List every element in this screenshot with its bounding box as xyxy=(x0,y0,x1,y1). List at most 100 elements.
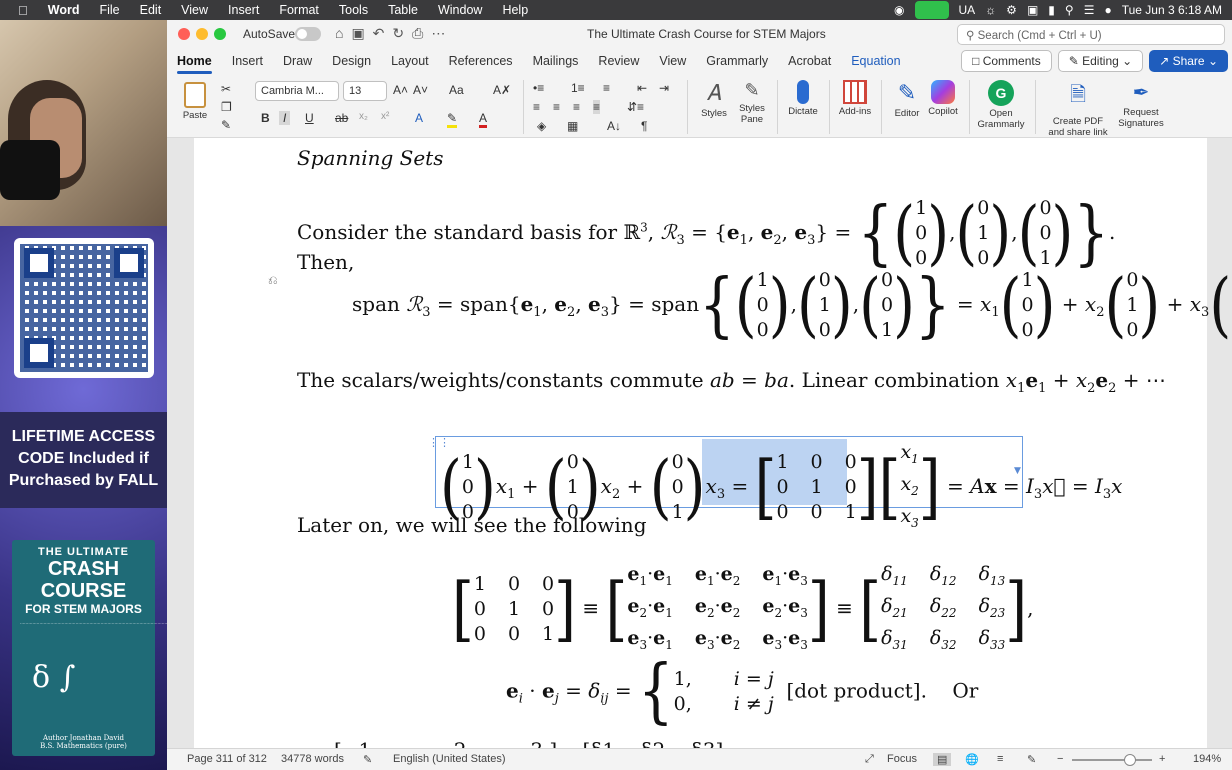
display-icon[interactable]: ▣ xyxy=(1027,3,1038,17)
then-line[interactable]: Then, xyxy=(297,250,354,274)
zoom-icon[interactable] xyxy=(214,28,226,40)
cut-icon[interactable]: ✂ xyxy=(221,82,231,96)
document-title[interactable]: The Ultimate Crash Course for STEM Major… xyxy=(587,27,826,41)
input-source[interactable]: UA xyxy=(959,3,976,17)
kronecker-delta-equation[interactable]: ei · ej = δij = {1, i = j 0, i ≠ j [dot pro… xyxy=(506,654,978,729)
tab-view[interactable]: View xyxy=(649,48,696,74)
record-icon[interactable]: ◉ xyxy=(894,3,904,17)
tab-acrobat[interactable]: Acrobat xyxy=(778,48,841,74)
span-equation[interactable]: span ℛ3 = span{e1, e2, e3} = span{(1 0 0),… xyxy=(352,267,1232,343)
outline-icon[interactable]: ≡ xyxy=(997,753,1003,765)
control-center-icon[interactable]: ☰ xyxy=(1084,3,1095,17)
bullets-icon[interactable]: •≡ xyxy=(533,81,544,95)
later-line[interactable]: Later on, we will see the following xyxy=(297,513,647,537)
tab-home[interactable]: Home xyxy=(167,48,222,74)
align-left-icon[interactable]: ≡ xyxy=(533,100,540,114)
italic-button[interactable]: I xyxy=(279,111,291,125)
styles-button[interactable]: 𝐴 Styles xyxy=(697,80,731,119)
minimize-icon[interactable] xyxy=(196,28,208,40)
battery-icon[interactable]: ▮ xyxy=(1048,3,1055,17)
scalars-line[interactable]: The scalars/weights/constants commute ab… xyxy=(297,368,1166,396)
editor-button[interactable]: ✎ Editor xyxy=(889,80,925,119)
superscript-button[interactable]: x² xyxy=(381,111,389,122)
dictate-button[interactable]: Dictate xyxy=(783,80,823,117)
delta-matrix-equation[interactable]: [1 0 0 0 1 0 0 0 1] ≡ [e1·e1 e1·e2 e1·e3 e2·e1 e2·e2… xyxy=(452,562,1034,657)
menu-edit[interactable]: Edit xyxy=(130,3,172,17)
autosave-toggle[interactable] xyxy=(295,27,321,41)
menu-help[interactable]: Help xyxy=(492,3,538,17)
share-button[interactable]: ↗ Share ⌄ xyxy=(1149,50,1228,72)
search-input[interactable]: ⚲ Search (Cmd + Ctrl + U) xyxy=(957,24,1225,45)
underline-button[interactable]: U xyxy=(305,111,314,125)
language-status[interactable]: English (United States) xyxy=(393,753,506,765)
font-size-select[interactable]: 13 xyxy=(343,81,387,101)
zoom-in-icon[interactable]: + xyxy=(1159,753,1165,765)
subscript-button[interactable]: x₂ xyxy=(359,111,368,122)
search-icon[interactable]: ⚲ xyxy=(1065,3,1074,17)
tab-draw[interactable]: Draw xyxy=(273,48,322,74)
styles-pane-button[interactable]: ✎ Styles Pane xyxy=(735,80,769,125)
proofing-icon[interactable]: ✎ xyxy=(363,753,372,766)
format-painter-icon[interactable]: ✎ xyxy=(221,118,231,132)
quick-access-icons[interactable]: ⌂▣↶↻⎙⋯ xyxy=(335,25,453,42)
justify-icon[interactable]: ≡ xyxy=(593,100,601,114)
menu-insert[interactable]: Insert xyxy=(218,3,269,17)
clock[interactable]: Tue Jun 3 6:18 AM xyxy=(1122,3,1222,17)
word-count[interactable]: 34778 words xyxy=(281,753,344,765)
change-case-icon[interactable]: Aa xyxy=(449,83,464,97)
focus-label[interactable]: Focus xyxy=(887,753,917,765)
editing-button[interactable]: ✎ Editing ⌄ xyxy=(1057,50,1144,72)
line-spacing-icon[interactable]: ⇵≡ xyxy=(627,100,644,114)
menu-table[interactable]: Table xyxy=(378,3,428,17)
paste-button[interactable]: Paste xyxy=(175,82,215,121)
addins-button[interactable]: Add-ins xyxy=(835,80,875,117)
decrease-indent-icon[interactable]: ⇤ xyxy=(637,81,647,95)
apple-icon[interactable]:  xyxy=(0,3,38,18)
menu-app-name[interactable]: Word xyxy=(38,3,90,17)
gear-icon[interactable]: ⚙ xyxy=(1006,3,1017,17)
focus-icon[interactable]: ⤢ xyxy=(865,753,874,766)
siri-icon[interactable]: ● xyxy=(1104,3,1111,17)
borders-icon[interactable]: ▦ xyxy=(567,119,578,133)
next-equation-partial[interactable]: [−1 2 3 ] [δ1 δ2 δ3] xyxy=(334,738,723,748)
tab-design[interactable]: Design xyxy=(322,48,381,74)
shading-icon[interactable]: ◈ xyxy=(537,119,546,133)
zoom-level[interactable]: 194% xyxy=(1193,753,1221,765)
paragraph-marks-icon[interactable]: ¶ xyxy=(641,119,647,133)
page-count[interactable]: Page 311 of 312 xyxy=(187,753,267,765)
align-center-icon[interactable]: ≡ xyxy=(553,100,560,114)
align-right-icon[interactable]: ≡ xyxy=(573,100,580,114)
text-effects-icon[interactable]: A xyxy=(415,111,423,125)
document-canvas[interactable]: Spanning Sets Consider the standard basi… xyxy=(167,138,1232,748)
zoom-slider-knob[interactable] xyxy=(1124,754,1136,766)
close-icon[interactable] xyxy=(178,28,190,40)
web-layout-icon[interactable]: 🌐 xyxy=(965,753,979,766)
zoom-out-icon[interactable]: − xyxy=(1057,753,1063,765)
menu-view[interactable]: View xyxy=(171,3,218,17)
tab-mailings[interactable]: Mailings xyxy=(523,48,589,74)
shrink-font-icon[interactable]: A˅ xyxy=(413,83,428,97)
request-signatures-button[interactable]: ✒ Request Signatures xyxy=(1111,80,1171,129)
print-layout-icon[interactable]: ▤ xyxy=(933,753,952,766)
draft-icon[interactable]: ✎ xyxy=(1027,753,1036,766)
create-pdf-button[interactable]: 🗎 Create PDF and share link xyxy=(1043,80,1113,138)
font-name-select[interactable]: Cambria M... xyxy=(255,81,339,101)
tab-insert[interactable]: Insert xyxy=(222,48,273,74)
highlight-icon[interactable]: ✎ xyxy=(447,111,458,128)
menu-format[interactable]: Format xyxy=(269,3,329,17)
tab-references[interactable]: References xyxy=(439,48,523,74)
strikethrough-button[interactable]: ab xyxy=(335,111,348,125)
facetime-icon[interactable] xyxy=(914,1,949,19)
menu-file[interactable]: File xyxy=(89,3,129,17)
tab-equation[interactable]: Equation xyxy=(841,48,910,74)
vpn-icon[interactable]: ☼ xyxy=(985,3,996,17)
section-heading[interactable]: Spanning Sets xyxy=(297,146,443,170)
open-grammarly-button[interactable]: G Open Grammarly xyxy=(975,80,1027,130)
increase-indent-icon[interactable]: ⇥ xyxy=(659,81,669,95)
multilevel-list-icon[interactable]: ≡ xyxy=(603,81,610,95)
zoom-slider[interactable] xyxy=(1072,754,1152,766)
tab-grammarly[interactable]: Grammarly xyxy=(696,48,778,74)
clear-format-icon[interactable]: A✗ xyxy=(493,83,511,97)
tab-layout[interactable]: Layout xyxy=(381,48,439,74)
copilot-button[interactable]: Copilot xyxy=(925,80,961,117)
